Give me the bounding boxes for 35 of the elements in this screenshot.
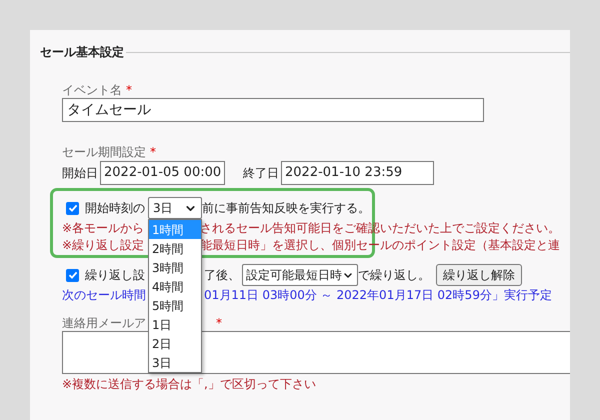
dropdown-option[interactable]: 5時間 xyxy=(149,296,201,315)
dropdown-option[interactable]: 2時間 xyxy=(149,239,201,258)
checkbox-label: 前に事前告知反映を実行する。 xyxy=(202,200,370,216)
checkbox[interactable] xyxy=(66,202,79,214)
required-mark: * xyxy=(216,315,222,331)
dropdown-option[interactable]: 4時間 xyxy=(149,277,201,296)
warning-text: ※繰り返し設定 xyxy=(62,237,144,253)
dropdown-option[interactable]: 2日 xyxy=(149,334,201,353)
cancel-repeat-button[interactable]: 繰り返し解除 xyxy=(436,264,522,286)
event-name-field[interactable]: タイムセール xyxy=(62,98,484,122)
repeat-label: で繰り返し。 xyxy=(358,267,430,283)
warning-text: ※各モールから xyxy=(62,220,144,236)
repeat-select[interactable]: 設定可能最短日時 xyxy=(242,264,358,286)
start-date-label: 開始日 xyxy=(62,165,98,181)
email-field[interactable] xyxy=(62,331,570,374)
required-mark: * xyxy=(150,144,156,160)
dropdown-option[interactable]: 1日 xyxy=(149,315,201,334)
schedule-text: 次のセール時間 xyxy=(62,287,147,303)
checkbox-label: 了後、 xyxy=(204,267,240,283)
lead-time-select[interactable]: 3日 xyxy=(148,197,202,219)
schedule-text: 01月11日 03時00分 ～ 2022年01月17日 02時59分」実行予定 xyxy=(204,287,552,303)
checkbox[interactable] xyxy=(66,268,79,282)
checkbox-label: 開始時刻の xyxy=(85,200,145,216)
field-label: セール期間設定 xyxy=(62,144,146,160)
end-date-field[interactable]: 2022-01-10 23:59 xyxy=(281,161,434,185)
dropdown-option[interactable]: 3時間 xyxy=(149,258,201,277)
checkbox-label: 繰り返し設 xyxy=(85,267,145,283)
start-date-field[interactable]: 2022-01-05 00:00 xyxy=(100,161,225,185)
field-label: イベント名 xyxy=(62,82,122,98)
field-label: 連絡用メールア xyxy=(62,315,147,331)
required-mark: * xyxy=(126,82,132,98)
end-date-label: 終了日 xyxy=(243,165,279,181)
dropdown-option[interactable]: 3日 xyxy=(149,353,201,372)
email-hint: ※複数に送信する場合は「,」で区切って下さい xyxy=(62,376,317,392)
section-title: セール基本設定 xyxy=(40,44,124,60)
